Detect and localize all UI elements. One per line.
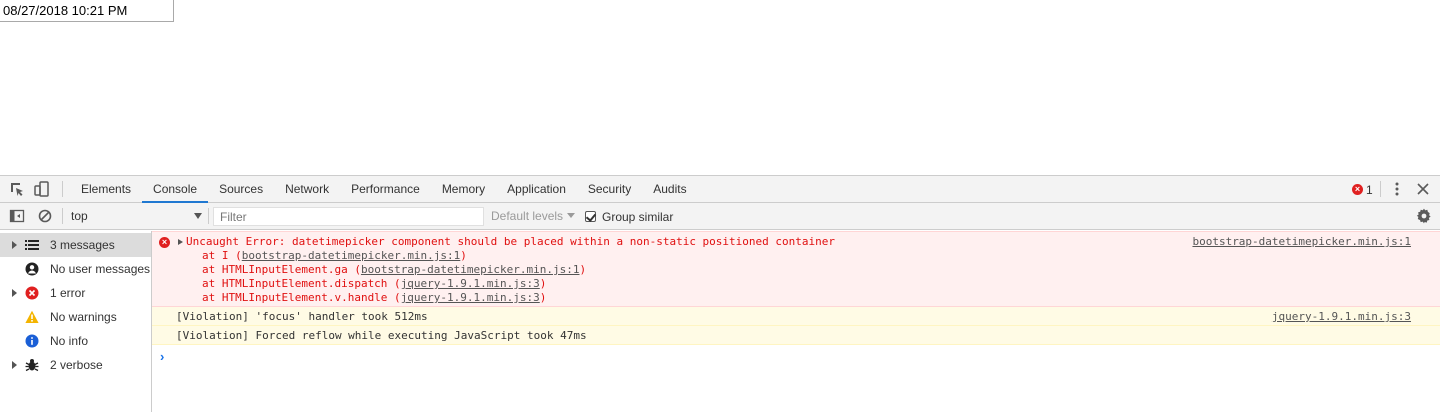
stack-frame-text: at HTMLInputElement.v.handle ( [202,291,401,304]
violation-source-link[interactable]: jquery-1.9.1.min.js:3 [1272,310,1411,324]
error-count: 1 [1366,182,1373,197]
error-source-link[interactable]: bootstrap-datetimepicker.min.js:1 [1192,235,1411,249]
tab-console[interactable]: Console [142,176,209,203]
sidebar-item-label: No info [50,334,89,348]
log-levels-dropdown[interactable]: Default levels [491,207,576,226]
devtools-tabbar: Elements Console Sources Network Perform… [0,176,1440,203]
stack-frame-text: at HTMLInputElement.ga ( [202,263,361,276]
stack-frame-link[interactable]: bootstrap-datetimepicker.min.js:1 [242,249,461,262]
user-icon [25,262,39,276]
console-toolbar: top Default levels Group similar [0,203,1440,230]
stack-frame-text: ) [539,277,547,290]
sidebar-item-messages[interactable]: 3 messages [0,233,151,257]
sidebar-item-label: No warnings [50,310,117,324]
more-options-icon[interactable] [1389,181,1405,197]
violation-text: [Violation] 'focus' handler took 512ms [176,310,428,323]
tab-audits[interactable]: Audits [642,176,697,203]
info-icon [25,334,39,348]
tab-security[interactable]: Security [577,176,642,203]
error-text: Uncaught Error: datetimepicker component… [186,235,836,248]
console-violation-message: [Violation] 'focus' handler took 512ms j… [152,307,1440,326]
console-prompt-icon[interactable]: › [160,349,164,364]
log-levels-label: Default levels [491,209,564,223]
bug-icon [25,358,39,372]
clear-console-icon[interactable] [37,208,53,224]
error-icon: × [159,237,170,248]
sidebar-item-info[interactable]: No info [0,329,151,353]
devtools-tabs: Elements Console Sources Network Perform… [70,176,698,203]
console-sidebar: 3 messages No user messages 1 error No w… [0,231,152,412]
page-viewport [0,0,1440,175]
violation-text: [Violation] Forced reflow while executin… [176,329,587,342]
error-icon: × [1352,184,1363,195]
error-icon [25,286,39,300]
stack-frame: at I (bootstrap-datetimepicker.min.js:1) [202,249,467,263]
devtools-panel: Elements Console Sources Network Perform… [0,175,1440,412]
sidebar-item-errors[interactable]: 1 error [0,281,151,305]
expand-arrow-icon[interactable] [12,361,17,369]
group-similar-toggle[interactable]: Group similar [585,207,673,226]
tab-application[interactable]: Application [496,176,577,203]
chevron-down-icon [567,213,576,218]
group-similar-label: Group similar [602,209,674,224]
toolbar-divider [208,208,209,224]
console-messages: × Uncaught Error: datetimepicker compone… [152,231,1440,412]
toolbar-divider [1380,181,1381,197]
stack-frame: at HTMLInputElement.v.handle (jquery-1.9… [202,291,546,305]
close-icon[interactable] [1415,181,1431,197]
sidebar-item-verbose[interactable]: 2 verbose [0,353,151,377]
context-selector[interactable]: top [66,206,206,226]
inspect-element-icon[interactable] [9,181,25,197]
expand-arrow-icon[interactable] [12,241,17,249]
stack-frame-text: at HTMLInputElement.dispatch ( [202,277,401,290]
device-toolbar-icon[interactable] [34,181,50,197]
toolbar-divider [62,208,63,224]
datetime-input[interactable] [0,0,174,22]
stack-frame-text: ) [539,291,547,304]
sidebar-item-label: 3 messages [50,238,115,252]
group-similar-checkbox[interactable] [585,211,596,222]
sidebar-item-label: No user messages [50,262,151,276]
stack-frame-link[interactable]: jquery-1.9.1.min.js:3 [401,277,540,290]
settings-gear-icon[interactable] [1416,208,1432,224]
toolbar-divider [62,181,63,197]
sidebar-item-label: 1 error [50,286,86,300]
sidebar-item-user-messages[interactable]: No user messages [0,257,151,281]
stack-frame: at HTMLInputElement.dispatch (jquery-1.9… [202,277,546,291]
sidebar-toggle-icon[interactable] [9,208,25,224]
stack-frame-link[interactable]: jquery-1.9.1.min.js:3 [401,291,540,304]
sidebar-item-warnings[interactable]: No warnings [0,305,151,329]
console-violation-message: [Violation] Forced reflow while executin… [152,326,1440,345]
tab-performance[interactable]: Performance [340,176,431,203]
stack-frame-text: ) [460,249,467,262]
expand-arrow-icon[interactable] [178,239,183,245]
chevron-down-icon [194,213,202,219]
stack-frame-text: ) [579,263,587,276]
context-value: top [71,209,88,223]
stack-frame: at HTMLInputElement.ga (bootstrap-dateti… [202,263,586,277]
tab-elements[interactable]: Elements [70,176,142,203]
stack-frame-text: at I ( [202,249,242,262]
warning-icon [25,310,39,324]
tab-network[interactable]: Network [274,176,340,203]
error-counter[interactable]: × 1 [1352,182,1373,197]
stack-frame-link[interactable]: bootstrap-datetimepicker.min.js:1 [361,263,580,276]
console-error-message: × Uncaught Error: datetimepicker compone… [152,231,1440,307]
tab-sources[interactable]: Sources [208,176,274,203]
expand-arrow-icon[interactable] [12,289,17,297]
tab-memory[interactable]: Memory [431,176,496,203]
sidebar-item-label: 2 verbose [50,358,103,372]
filter-input[interactable] [213,207,484,226]
list-icon [25,238,39,252]
